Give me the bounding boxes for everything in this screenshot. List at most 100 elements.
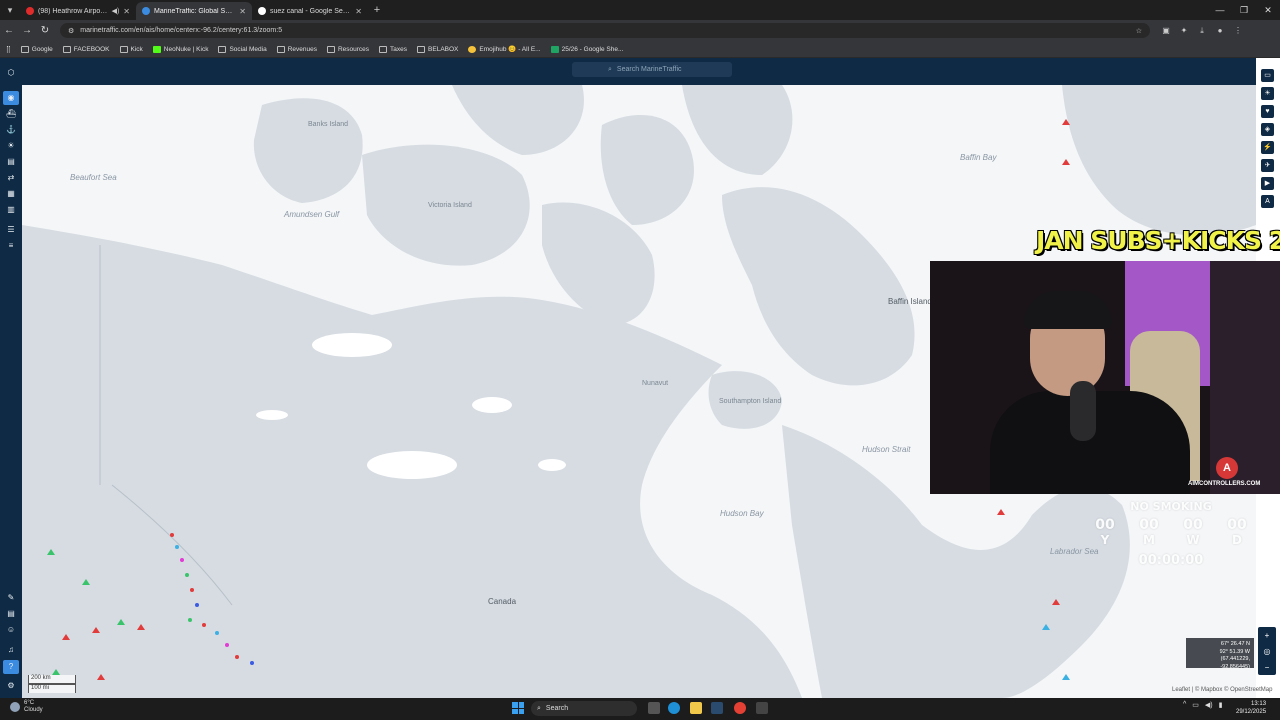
weather-icon[interactable]: ☀ [6,141,16,151]
tab-marinetraffic[interactable]: MarineTraffic: Global Ship Track ✕ [136,2,252,20]
density-icon[interactable]: ⚡ [1261,141,1274,154]
network-icon[interactable]: ▭ [1192,701,1199,709]
bookmark-label: FACEBOOK [73,45,110,53]
volume-icon[interactable]: ◀) [1205,701,1213,709]
close-tab-icon[interactable]: ✕ [355,7,362,16]
zoom-in-button[interactable]: + [1265,631,1270,640]
battery-icon[interactable]: ▮ [1219,701,1223,709]
file-explorer-icon[interactable] [690,702,702,714]
apps-icon[interactable]: ⣿ [6,45,11,53]
map-attribution[interactable]: Leaflet | © Mapbox © OpenStreetMap [1172,687,1272,693]
forward-icon[interactable]: → [18,25,36,36]
minimize-icon[interactable]: — [1208,0,1232,20]
bookmark-resources[interactable]: Resources [326,45,369,53]
toolbar-icons: ▣ ✦ ⤓ ● ⋮ [1160,25,1244,37]
new-tab-button[interactable]: + [368,4,386,16]
counter-unit: W [1186,533,1200,547]
map-options-icon[interactable]: ▭ [1261,69,1274,82]
downloads-icon[interactable]: ⤓ [1196,25,1208,37]
weather-widget[interactable]: 6°C Cloudy [10,700,43,714]
cloud-icon [10,702,20,712]
tab-google-search[interactable]: suez canal - Google Search ✕ [252,2,368,20]
no-smoking-timer: 00:00:00 [1138,553,1204,568]
address-bar[interactable]: ⚙ marinetraffic.com/en/ais/home/centerx:… [60,23,1150,38]
bookmark-google[interactable]: Google [20,45,53,53]
zoom-out-button[interactable]: − [1265,663,1270,672]
counter-value: 00 [1095,517,1115,533]
notes-icon[interactable]: ▤ [6,609,16,619]
tag-icon[interactable]: ✎ [6,593,16,603]
locate-icon[interactable]: ◎ [1264,647,1271,656]
maximize-icon[interactable]: ❐ [1232,0,1256,20]
settings-icon[interactable]: ⚙ [6,681,16,691]
scale-km: 200 km [28,675,76,684]
bookmark-facebook[interactable]: FACEBOOK [62,45,110,53]
taskbar-clock[interactable]: 13:13 29/12/2025 [1236,700,1266,716]
marinetraffic-logo-icon[interactable]: ⬡ [6,68,16,78]
routes-icon[interactable]: ⇄ [6,173,16,183]
bookmark-taxes[interactable]: Taxes [379,45,407,53]
tray-chevron-icon[interactable]: ^ [1183,701,1186,709]
bookmark-neonuke[interactable]: NeoNuke | Kick [152,45,208,53]
filters-icon[interactable]: ♥ [1261,105,1274,118]
weather-layer-icon[interactable]: ☀ [1261,87,1274,100]
layers-icon[interactable]: ◈ [1261,123,1274,136]
lake-shape [367,451,457,479]
users-icon[interactable]: ☺ [6,625,16,635]
profile-avatar-icon[interactable]: ● [1214,25,1226,37]
folder-icon [62,45,71,53]
label-nunavut: Nunavut [642,380,669,387]
site-search-input[interactable]: ⌕ Search MarineTraffic [572,62,732,77]
tab-heathrow[interactable]: (98) Heathrow Airport Live ◀) ✕ [20,2,136,20]
vessels-icon[interactable]: ⛴ [6,109,16,119]
map-scale: 200 km 100 mi [28,675,76,695]
help-icon[interactable]: ? [3,660,19,674]
list-icon[interactable]: ≡ [6,241,16,251]
speaker-icon[interactable]: ◀) [112,7,120,15]
chrome-icon[interactable] [734,702,746,714]
close-window-icon[interactable]: ✕ [1256,0,1280,20]
bookmark-kick[interactable]: Kick [119,45,143,53]
label-victoria-island: Victoria Island [428,202,472,209]
sponsor-brand: AIMCONTROLLERS.COM [1188,481,1261,487]
bookmark-emojihub[interactable]: Emojihub 😊 - All E... [468,45,541,53]
menu-icon[interactable]: ⋮ [1232,25,1244,37]
steam-icon[interactable] [711,702,723,714]
cam-person-cap [1024,291,1112,329]
site-info-icon[interactable]: ⚙ [68,27,74,35]
taskbar-search[interactable]: ⌕ Search [531,701,637,716]
ports-icon[interactable]: ⚓ [6,125,16,135]
windows-start-icon[interactable] [512,702,524,714]
windows-taskbar [0,698,1280,720]
edge-icon[interactable] [668,702,680,714]
baffin-island-shape [722,187,915,386]
annotation-icon[interactable]: A [1261,195,1274,208]
layers-icon[interactable]: ☰ [6,225,16,235]
counter-value: 00 [1139,517,1159,533]
arctic-island-shape [600,115,694,225]
cast-icon[interactable]: ▣ [1160,25,1172,37]
label-amundsen-gulf: Amundsen Gulf [284,210,340,219]
playback-icon[interactable]: ▶ [1261,177,1274,190]
notifications-icon[interactable]: ♫ [6,645,16,655]
task-view-icon[interactable] [648,702,660,714]
close-tab-icon[interactable]: ✕ [239,7,246,16]
bookmark-sheets[interactable]: 25/26 - Google She... [550,45,623,53]
bookmark-belabox[interactable]: BELABOX [417,45,459,53]
bookmark-label: BELABOX [428,45,459,53]
bookmark-star-icon[interactable]: ☆ [1136,27,1142,35]
fleet-icon[interactable]: ▤ [6,157,16,167]
reload-icon[interactable]: ↻ [36,25,54,36]
tab-search-icon[interactable]: ▾ [0,0,20,20]
obs-icon[interactable] [756,702,768,714]
bookmark-revenues[interactable]: Revenues [276,45,317,53]
label-banks-island: Banks Island [308,121,349,128]
close-tab-icon[interactable]: ✕ [123,7,130,16]
events-icon[interactable]: ▦ [6,189,16,199]
analytics-icon[interactable]: ▥ [6,205,16,215]
measure-icon[interactable]: ✈ [1261,159,1274,172]
extensions-icon[interactable]: ✦ [1178,25,1190,37]
bookmark-social-media[interactable]: Social Media [218,45,267,53]
back-icon[interactable]: ← [0,25,18,36]
live-map-icon[interactable]: ◉ [3,91,19,105]
